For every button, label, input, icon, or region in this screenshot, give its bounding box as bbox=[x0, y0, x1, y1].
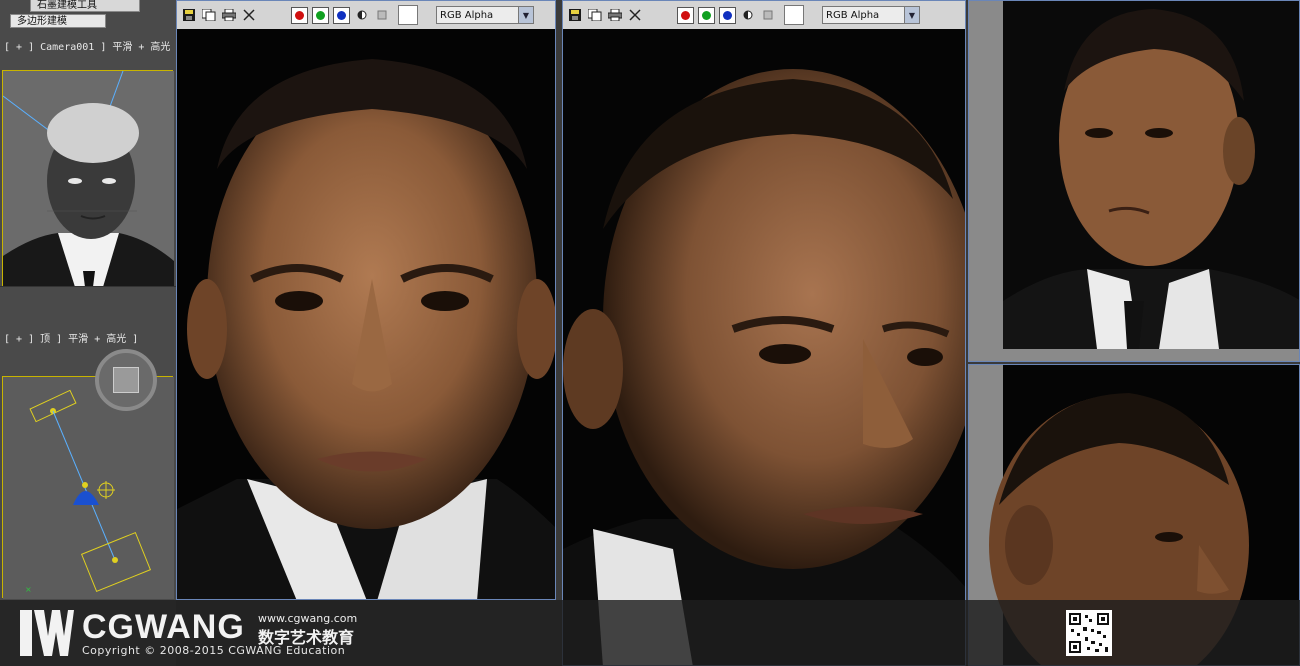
viewport-camera[interactable] bbox=[2, 70, 174, 287]
viewcube-icon[interactable] bbox=[95, 349, 157, 411]
qr-code bbox=[1066, 610, 1112, 656]
ribbon-tab-graphite[interactable]: 石墨建模工具 bbox=[30, 0, 140, 12]
ribbon-tab-polygon[interactable]: 多边形建模 bbox=[10, 14, 106, 28]
red-channel-toggle[interactable] bbox=[291, 6, 308, 24]
mono-icon[interactable] bbox=[374, 7, 390, 23]
mono-icon[interactable] bbox=[760, 7, 776, 23]
chevron-down-icon[interactable]: ▼ bbox=[904, 7, 919, 23]
print-icon[interactable] bbox=[221, 7, 237, 23]
green-channel-toggle[interactable] bbox=[312, 6, 329, 24]
viewport-top-label[interactable]: [ + ] 顶 ] 平滑 + 高光 ] bbox=[4, 330, 138, 345]
render-frame-2[interactable]: RGB Alpha ▼ bbox=[562, 0, 966, 666]
channel-display-value: RGB Alpha bbox=[440, 9, 494, 21]
copy-icon[interactable] bbox=[201, 7, 217, 23]
channel-display-select[interactable]: RGB Alpha ▼ bbox=[436, 6, 534, 24]
copy-icon[interactable] bbox=[587, 7, 603, 23]
red-channel-toggle[interactable] bbox=[677, 6, 694, 24]
channel-display-value: RGB Alpha bbox=[826, 9, 880, 21]
viewport-top[interactable]: × bbox=[2, 349, 174, 599]
reference-photo-frame-1[interactable] bbox=[968, 0, 1300, 362]
cgwang-logo bbox=[18, 606, 74, 660]
blue-channel-toggle[interactable] bbox=[333, 6, 350, 24]
green-channel-toggle[interactable] bbox=[698, 6, 715, 24]
camera-viewport-scene bbox=[2, 70, 174, 287]
viewport-camera-label[interactable]: [ + ] Camera001 ] 平滑 + 高光 ] bbox=[4, 38, 182, 53]
save-icon[interactable] bbox=[567, 7, 583, 23]
render-frame-1-toolbar: RGB Alpha ▼ bbox=[177, 1, 555, 29]
watermark-bar: CGWANG www.cgwang.com 数字艺术教育 Copyright ©… bbox=[0, 600, 1300, 666]
left-viewport-panel: 石墨建模工具 多边形建模 [ + ] Camera001 ] 平滑 + 高光 ]… bbox=[0, 0, 182, 666]
color-swatch[interactable] bbox=[398, 5, 418, 25]
alpha-channel-icon[interactable] bbox=[354, 7, 370, 23]
top-viewport-scene: × bbox=[3, 377, 174, 599]
channel-display-select[interactable]: RGB Alpha ▼ bbox=[822, 6, 920, 24]
render-frame-1[interactable]: RGB Alpha ▼ bbox=[176, 0, 556, 600]
chevron-down-icon[interactable]: ▼ bbox=[518, 7, 533, 23]
svg-text:×: × bbox=[25, 585, 32, 594]
color-swatch[interactable] bbox=[784, 5, 804, 25]
render-frame-2-image bbox=[563, 29, 965, 665]
brand-name: CGWANG bbox=[82, 608, 245, 646]
save-icon[interactable] bbox=[181, 7, 197, 23]
alpha-channel-icon[interactable] bbox=[740, 7, 756, 23]
print-icon[interactable] bbox=[607, 7, 623, 23]
render-frame-2-toolbar: RGB Alpha ▼ bbox=[563, 1, 965, 29]
clear-icon[interactable] bbox=[627, 7, 643, 23]
reference-photo-1 bbox=[969, 1, 1299, 361]
copyright-text: Copyright © 2008-2015 CGWANG Education bbox=[82, 644, 346, 657]
blue-channel-toggle[interactable] bbox=[719, 6, 736, 24]
clear-icon[interactable] bbox=[241, 7, 257, 23]
render-frame-1-image bbox=[177, 29, 555, 599]
